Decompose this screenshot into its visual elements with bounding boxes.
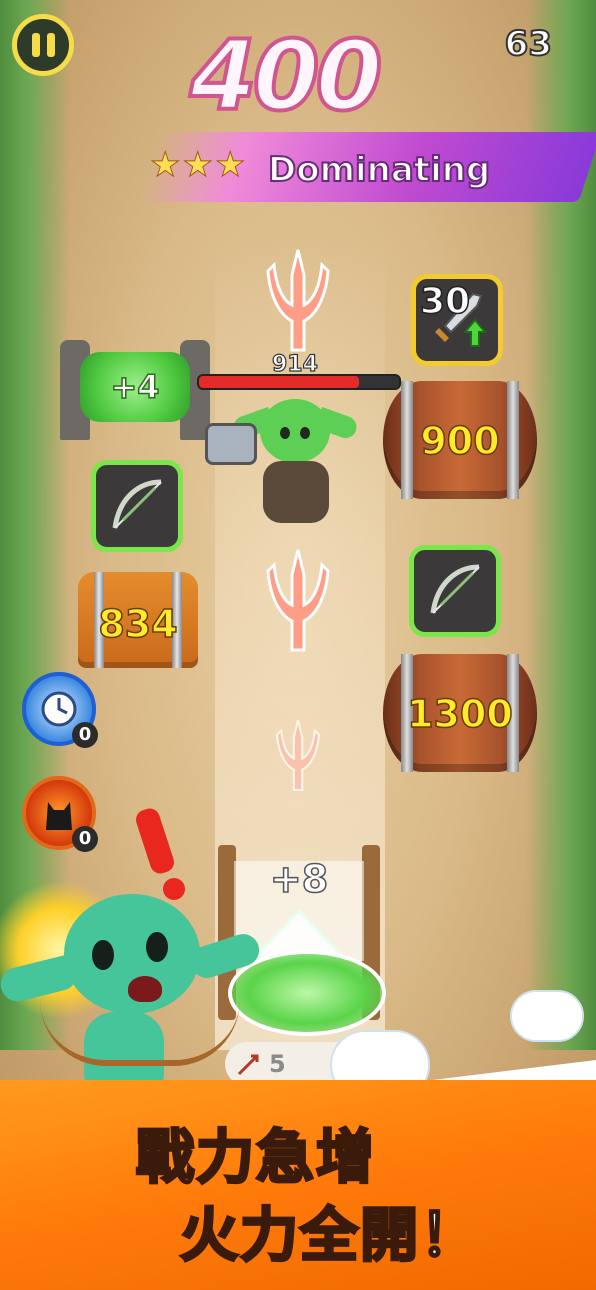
skill-time-button[interactable]: 0 — [22, 672, 98, 748]
enemy-hp-bar — [197, 374, 401, 390]
rank-label: Dominating — [267, 149, 491, 191]
bow-icon — [430, 564, 480, 614]
promo-banner: 戰力急增 火力全開！ — [0, 1080, 596, 1290]
barrel-value: 900 — [420, 418, 501, 464]
hero-bow — [40, 1000, 240, 1066]
portal-bonus: +4 — [80, 352, 190, 422]
bow-weapon-card[interactable] — [409, 545, 501, 637]
game-stage[interactable]: 63 400 ★★★ Dominating +4 914 30 900 1300… — [0, 0, 596, 1290]
cloud-ghost — [510, 990, 584, 1042]
promo-line-2: 火力全開！ — [178, 1200, 481, 1271]
barrel-value: 1300 — [406, 691, 513, 737]
trident-projectile — [258, 545, 338, 655]
bonus-portal[interactable]: +4 — [60, 330, 210, 440]
skill-count: 0 — [72, 826, 98, 852]
sword-upgrade-card[interactable]: 30 — [411, 274, 503, 366]
goblin-body — [263, 461, 329, 523]
score-value: 400 — [188, 18, 384, 134]
upgrade-value: 30 — [419, 280, 471, 323]
enemy-hp-fill — [199, 376, 359, 388]
promo-line-1: 戰力急增 — [134, 1122, 377, 1193]
rank-stars: ★★★ — [149, 145, 248, 186]
trident-projectile — [270, 715, 326, 795]
treasure-chest[interactable]: 834 — [78, 572, 198, 668]
bow-icon — [112, 479, 162, 529]
hammer-icon — [205, 423, 257, 465]
exclamation-icon — [133, 805, 185, 903]
barrel-target[interactable]: 1300 — [383, 654, 537, 772]
trident-projectile — [258, 245, 338, 355]
skill-fire-cat-button[interactable]: 0 — [22, 776, 98, 852]
ammo-value: 5 — [269, 1050, 286, 1078]
skill-count: 0 — [72, 722, 98, 748]
goblin-head — [260, 399, 330, 463]
barrel-target[interactable]: 900 — [383, 381, 537, 499]
chest-value: 834 — [98, 601, 179, 647]
enemy-goblin[interactable] — [205, 395, 365, 535]
bow-weapon-card[interactable] — [91, 460, 183, 552]
